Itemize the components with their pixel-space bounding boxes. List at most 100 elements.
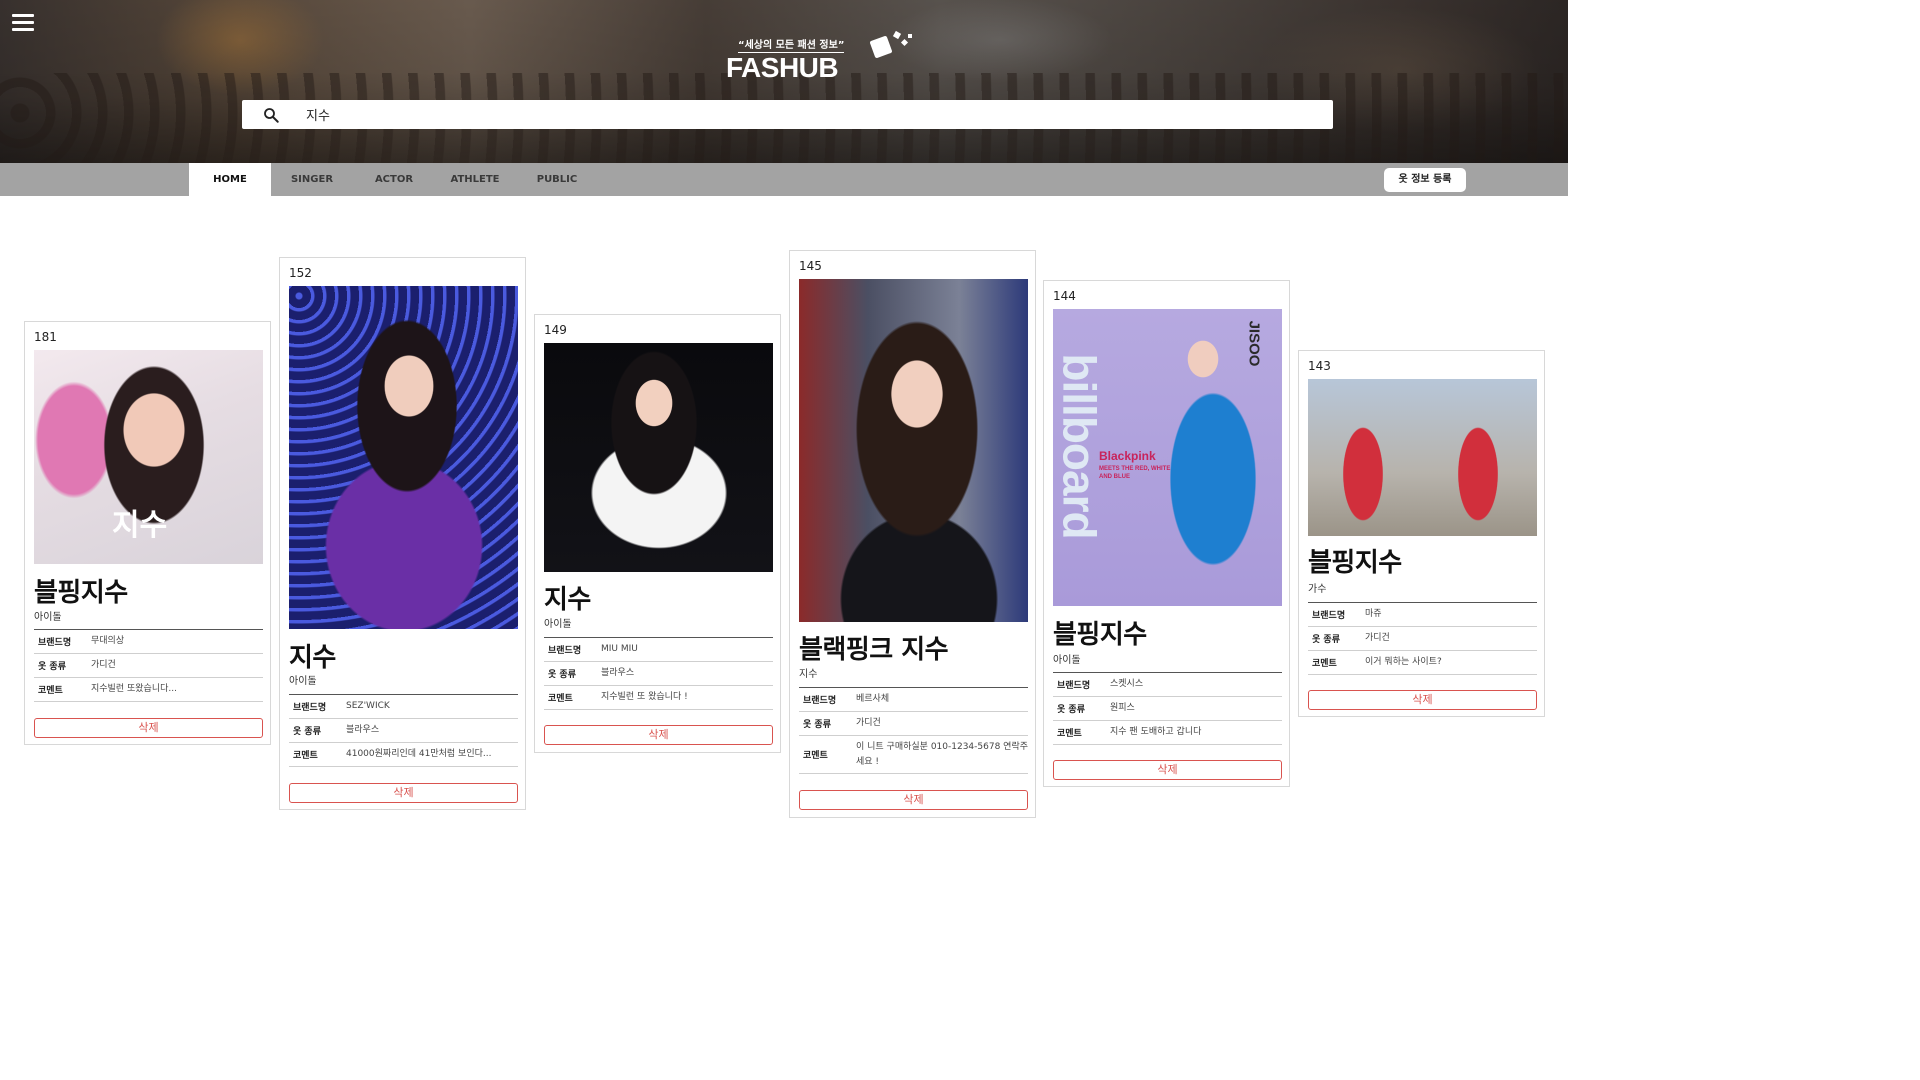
row-comment: 코멘트 41000원짜리인데 41만처럼 보인다... — [289, 743, 518, 767]
label-comment: 코멘트 — [293, 751, 318, 761]
row-type: 옷 종류 원피스 — [1053, 697, 1282, 721]
hamburger-menu-icon[interactable] — [12, 14, 34, 32]
row-comment: 코멘트 지수빌런 또왔습니다... — [34, 678, 263, 702]
card-name: 블랙핑크 지수 — [799, 635, 949, 665]
delete-button[interactable]: 삭제 — [289, 783, 518, 803]
magazine-title: billboard — [1053, 353, 1106, 539]
tab-home[interactable]: HOME — [189, 163, 271, 196]
card-id: 152 — [289, 266, 312, 280]
label-comment: 코멘트 — [1057, 729, 1082, 739]
delete-button[interactable]: 삭제 — [34, 718, 263, 738]
value-brand: 스켓시스 — [1110, 679, 1144, 689]
register-clothing-button[interactable]: 옷 정보 등록 — [1384, 168, 1466, 192]
card-id: 144 — [1053, 289, 1076, 303]
label-type: 옷 종류 — [38, 662, 66, 672]
card-id: 149 — [544, 323, 567, 337]
row-brand: 브랜드명 SEZ'WICK — [289, 695, 518, 719]
card-photo: billboard JISOO Blackpink MEETS THE RED,… — [1053, 309, 1282, 606]
tab-actor[interactable]: ACTOR — [356, 163, 432, 196]
delete-button[interactable]: 삭제 — [1053, 760, 1282, 780]
card-name: 블핑지수 — [1308, 548, 1402, 578]
card-name: 지수 — [544, 585, 591, 615]
label-type: 옷 종류 — [1057, 705, 1085, 715]
row-brand: 브랜드명 스켓시스 — [1053, 673, 1282, 697]
value-brand: 베르사체 — [856, 694, 890, 704]
value-brand: 무대의상 — [91, 636, 125, 646]
card-category: 지수 — [799, 669, 818, 680]
value-comment: 이 니트 구매하실분 010-1234-5678 연락주세요 ! — [856, 741, 1029, 767]
logo-name: FASHUB — [726, 52, 839, 83]
card-name: 블핑지수 — [1053, 620, 1147, 650]
card-info-table: 브랜드명 무대의상 옷 종류 가디건 코멘트 지수빌런 또왔습니다... — [34, 629, 263, 702]
card-photo — [289, 286, 518, 629]
fashion-card[interactable]: 143 블핑지수 가수 브랜드명 마쥬 옷 종류 가디건 코멘트 이거 뭐하는 사이트… — [1298, 350, 1545, 717]
row-type: 옷 종류 블라우스 — [544, 662, 773, 686]
value-comment: 이거 뭐하는 사이트? — [1365, 657, 1442, 667]
label-brand: 브랜드명 — [293, 703, 327, 713]
card-category: 아이돌 — [34, 612, 62, 623]
value-type: 블라우스 — [601, 668, 635, 678]
label-type: 옷 종류 — [1312, 635, 1340, 645]
row-comment: 코멘트 이 니트 구매하실분 010-1234-5678 연락주세요 ! — [799, 736, 1028, 774]
label-comment: 코멘트 — [548, 694, 573, 704]
fashion-card[interactable]: 145 블랙핑크 지수 지수 브랜드명 베르사체 옷 종류 가디건 코멘트 이 니트 … — [789, 250, 1036, 818]
label-brand: 브랜드명 — [1057, 681, 1091, 691]
value-comment: 41000원짜리인데 41만처럼 보인다... — [346, 749, 492, 759]
card-category: 아이돌 — [289, 676, 317, 687]
row-brand: 브랜드명 MIU MIU — [544, 638, 773, 662]
value-brand: MIU MIU — [601, 644, 638, 654]
search-input[interactable] — [306, 104, 1306, 125]
label-type: 옷 종류 — [548, 670, 576, 680]
row-type: 옷 종류 가디건 — [799, 712, 1028, 736]
row-brand: 브랜드명 베르사체 — [799, 688, 1028, 712]
fashion-card[interactable]: 144 billboard JISOO Blackpink MEETS THE … — [1043, 280, 1290, 787]
logo-sparkle-icon — [908, 34, 912, 38]
photo-overlay-text: 지수 — [112, 509, 168, 542]
value-type: 블라우스 — [346, 725, 380, 735]
value-type: 가디건 — [91, 660, 116, 670]
logo-cube-icon — [869, 35, 893, 59]
card-info-table: 브랜드명 MIU MIU 옷 종류 블라우스 코멘트 지수빌런 또 왔습니다 ! — [544, 637, 773, 710]
row-type: 옷 종류 가디건 — [34, 654, 263, 678]
fashion-card[interactable]: 181 지수 블핑지수 아이돌 브랜드명 무대의상 옷 종류 가디건 코멘트 지수빌런… — [24, 321, 271, 745]
fashion-card[interactable]: 149 지수 아이돌 브랜드명 MIU MIU 옷 종류 블라우스 코멘트 지수빌런 … — [534, 314, 781, 753]
logo-tagline: “세상의 모든 패션 정보” — [738, 36, 845, 53]
label-brand: 브랜드명 — [548, 646, 582, 656]
delete-button[interactable]: 삭제 — [544, 725, 773, 745]
tab-athlete[interactable]: ATHLETE — [437, 163, 513, 196]
magazine-blurb-2: MEETS THE RED, WHITE AND BLUE — [1099, 466, 1171, 480]
tab-singer[interactable]: SINGER — [274, 163, 350, 196]
search-icon[interactable] — [262, 106, 280, 124]
label-brand: 브랜드명 — [1312, 611, 1346, 621]
logo-sparkle-icon — [900, 38, 909, 47]
category-nav: HOME SINGER ACTOR ATHLETE PUBLIC — [0, 163, 1568, 196]
tab-public[interactable]: PUBLIC — [519, 163, 595, 196]
row-comment: 코멘트 이거 뭐하는 사이트? — [1308, 651, 1537, 675]
card-photo — [799, 279, 1028, 622]
value-brand: 마쥬 — [1365, 609, 1382, 619]
value-comment: 지수 팬 도배하고 갑니다 — [1110, 727, 1202, 737]
card-photo — [1308, 379, 1537, 536]
delete-button[interactable]: 삭제 — [799, 790, 1028, 810]
fashion-card[interactable]: 152 지수 아이돌 브랜드명 SEZ'WICK 옷 종류 블라우스 코멘트 4100… — [279, 257, 526, 810]
value-brand: SEZ'WICK — [346, 701, 390, 711]
card-id: 143 — [1308, 359, 1331, 373]
card-id: 181 — [34, 330, 57, 344]
row-brand: 브랜드명 마쥬 — [1308, 603, 1537, 627]
label-comment: 코멘트 — [38, 686, 63, 696]
hero-banner: “세상의 모든 패션 정보” FASHUB — [0, 0, 1568, 163]
row-type: 옷 종류 가디건 — [1308, 627, 1537, 651]
site-logo[interactable]: “세상의 모든 패션 정보” FASHUB — [724, 30, 924, 88]
magazine-sub: JISOO — [1245, 320, 1263, 367]
row-brand: 브랜드명 무대의상 — [34, 630, 263, 654]
card-photo: 지수 — [34, 350, 263, 564]
card-info-table: 브랜드명 마쥬 옷 종류 가디건 코멘트 이거 뭐하는 사이트? — [1308, 602, 1537, 675]
card-name: 블핑지수 — [34, 578, 128, 608]
card-info-table: 브랜드명 베르사체 옷 종류 가디건 코멘트 이 니트 구매하실분 010-1234-… — [799, 687, 1028, 774]
delete-button[interactable]: 삭제 — [1308, 690, 1537, 710]
card-id: 145 — [799, 259, 822, 273]
label-comment: 코멘트 — [803, 751, 828, 761]
value-type: 원피스 — [1110, 703, 1135, 713]
search-bar — [242, 100, 1333, 129]
card-name: 지수 — [289, 643, 336, 673]
